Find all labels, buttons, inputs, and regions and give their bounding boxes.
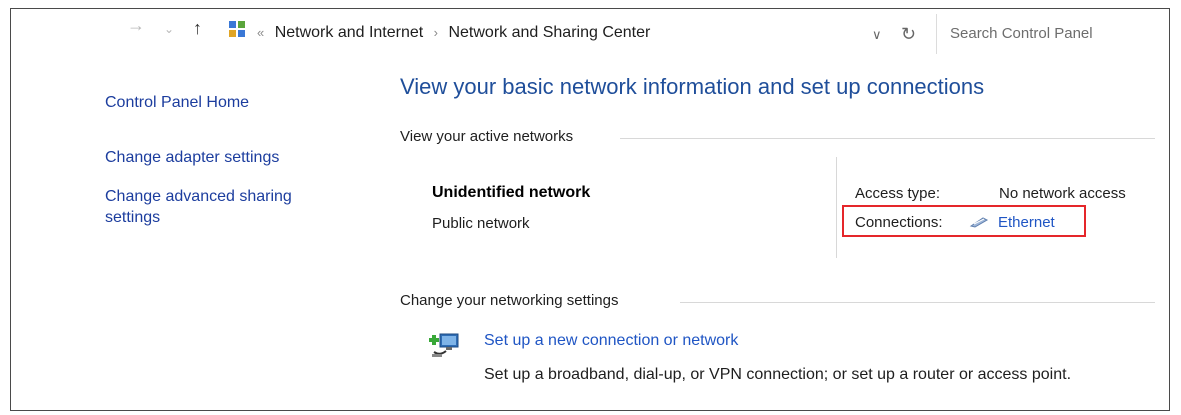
sidebar-item-control-panel-home[interactable]: Control Panel Home [105, 92, 249, 113]
networking-settings-heading: Change your networking settings [400, 292, 619, 309]
breadcrumb: « Network and Internet › Network and Sha… [257, 24, 650, 42]
section-divider [680, 302, 1155, 303]
breadcrumb-network-and-internet[interactable]: Network and Internet [275, 24, 424, 41]
search-box [936, 14, 1166, 54]
refresh-icon[interactable]: ↻ [901, 24, 916, 45]
up-arrow-icon[interactable]: ↑ [193, 18, 202, 39]
setup-connection-description: Set up a broadband, dial-up, or VPN conn… [484, 366, 1072, 383]
connections-label: Connections: [855, 214, 943, 231]
search-input[interactable] [950, 25, 1150, 42]
page-title: View your basic network information and … [400, 74, 985, 99]
sidebar-item-change-advanced-sharing-settings[interactable]: Change advanced sharing settings [105, 186, 335, 228]
network-type: Public network [432, 215, 530, 232]
ethernet-connection-link[interactable]: Ethernet [998, 214, 1055, 231]
breadcrumb-network-and-sharing-center[interactable]: Network and Sharing Center [448, 24, 650, 41]
vertical-divider [836, 157, 837, 258]
breadcrumb-separator[interactable]: › [434, 25, 438, 40]
network-name: Unidentified network [432, 184, 591, 201]
sidebar-item-change-adapter-settings[interactable]: Change adapter settings [105, 147, 279, 168]
recent-locations-chevron-icon[interactable]: ⌄ [164, 22, 174, 36]
forward-arrow-icon[interactable]: → [127, 15, 145, 36]
setup-connection-link[interactable]: Set up a new connection or network [484, 332, 738, 350]
section-divider [620, 138, 1155, 139]
ethernet-icon [969, 217, 989, 228]
active-networks-heading: View your active networks [400, 128, 574, 145]
breadcrumb-overflow[interactable]: « [257, 25, 264, 40]
access-type-label: Access type: [855, 185, 941, 202]
new-connection-icon [429, 333, 459, 357]
access-type-value: No network access [999, 185, 1126, 202]
address-dropdown-chevron-icon[interactable]: ∨ [872, 27, 882, 43]
control-panel-icon [229, 21, 245, 37]
